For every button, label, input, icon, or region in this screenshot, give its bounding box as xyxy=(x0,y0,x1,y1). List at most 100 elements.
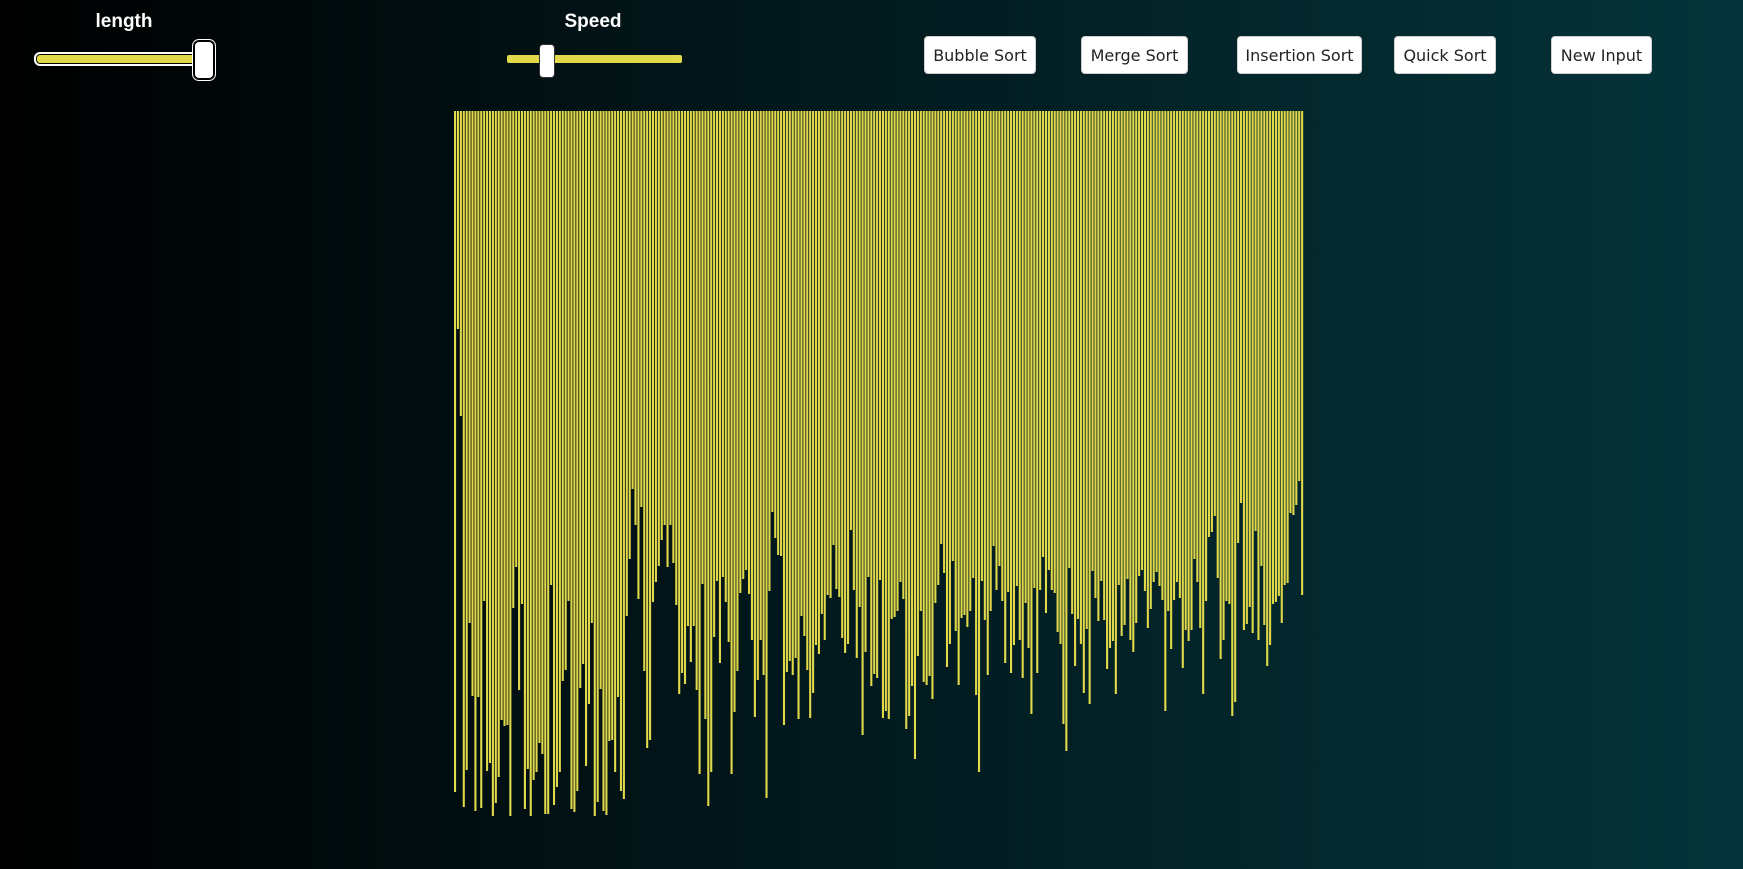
quick-sort-button[interactable]: Quick Sort xyxy=(1394,36,1496,74)
array-bar xyxy=(835,111,838,589)
array-bar xyxy=(456,111,460,329)
array-bar xyxy=(1301,111,1304,595)
array-bar xyxy=(1271,111,1275,604)
array-bar xyxy=(1237,111,1240,543)
array-bar xyxy=(844,111,847,653)
array-bar xyxy=(873,111,876,674)
array-bar xyxy=(683,111,687,684)
array-bar xyxy=(867,111,870,577)
array-bar xyxy=(1178,111,1181,598)
array-bar xyxy=(1062,111,1065,724)
array-bar xyxy=(1050,111,1053,590)
array-bar xyxy=(523,111,526,809)
array-bar xyxy=(1187,111,1190,641)
array-bar xyxy=(1053,111,1056,593)
array-bar xyxy=(1100,111,1103,581)
array-bar xyxy=(1173,111,1176,600)
array-bar xyxy=(876,111,879,678)
array-bar xyxy=(896,111,899,611)
array-bar xyxy=(622,111,625,799)
array-bar xyxy=(558,111,561,772)
array-bar xyxy=(1047,111,1050,570)
array-bar xyxy=(1033,111,1036,588)
array-bar xyxy=(1251,111,1254,633)
array-bar xyxy=(925,111,928,685)
array-bar xyxy=(870,111,873,686)
array-bar xyxy=(759,111,762,640)
array-bar xyxy=(1082,111,1085,693)
array-bar xyxy=(1210,111,1213,532)
array-bar xyxy=(887,111,890,719)
array-bar xyxy=(1030,111,1033,714)
array-bar xyxy=(800,111,803,616)
array-bar xyxy=(977,111,981,772)
array-bar xyxy=(1015,111,1018,586)
array-bar xyxy=(881,111,885,718)
speed-slider-track[interactable] xyxy=(507,55,682,63)
array-bar xyxy=(980,111,983,581)
length-slider-thumb[interactable] xyxy=(193,40,215,80)
array-bar xyxy=(689,111,692,662)
array-bar xyxy=(1012,111,1015,645)
array-bar xyxy=(730,111,733,774)
array-bar xyxy=(745,111,748,570)
array-bar xyxy=(1068,111,1071,568)
array-bar xyxy=(966,111,969,627)
bubble-sort-button[interactable]: Bubble Sort xyxy=(924,36,1036,74)
array-bar xyxy=(1138,111,1141,576)
array-bar xyxy=(628,111,631,559)
array-bar xyxy=(1260,111,1263,566)
array-bar xyxy=(768,111,771,591)
array-bar xyxy=(1024,111,1027,603)
array-bar xyxy=(1114,111,1117,694)
array-bar xyxy=(855,111,858,658)
array-bar xyxy=(1117,111,1120,585)
array-bar xyxy=(940,111,943,544)
merge-sort-button[interactable]: Merge Sort xyxy=(1081,36,1188,74)
array-bar xyxy=(957,111,960,685)
array-bar xyxy=(718,111,721,663)
array-bar xyxy=(937,111,940,585)
array-bar xyxy=(1044,111,1048,613)
array-bar xyxy=(1004,111,1007,663)
array-bar xyxy=(1234,111,1237,702)
insertion-sort-button[interactable]: Insertion Sort xyxy=(1237,36,1362,74)
array-bar xyxy=(535,111,538,772)
array-bar xyxy=(1149,111,1152,609)
array-bar xyxy=(812,111,815,693)
array-bar xyxy=(998,111,1001,566)
array-bar xyxy=(471,111,474,696)
array-bar xyxy=(587,111,590,704)
array-bar xyxy=(526,111,529,769)
array-bar xyxy=(780,111,783,556)
array-bar xyxy=(1091,111,1094,571)
speed-slider[interactable] xyxy=(507,44,683,78)
array-bar xyxy=(567,111,570,601)
array-bar xyxy=(1135,111,1138,623)
array-bar xyxy=(713,111,716,637)
array-bar xyxy=(663,111,666,525)
array-bar xyxy=(1155,111,1158,572)
array-bar xyxy=(931,111,934,699)
array-bar xyxy=(1231,111,1234,716)
length-slider[interactable] xyxy=(34,40,216,80)
array-bar xyxy=(474,111,477,811)
array-bar xyxy=(1181,111,1184,668)
array-bar xyxy=(829,111,832,598)
new-input-button[interactable]: New Input xyxy=(1551,36,1652,74)
array-bar xyxy=(488,111,492,763)
array-bar xyxy=(1126,111,1129,579)
array-bar xyxy=(1007,111,1010,592)
array-bar xyxy=(579,111,582,688)
array-bar xyxy=(724,111,727,602)
array-bar xyxy=(791,111,794,675)
array-bar xyxy=(823,111,826,640)
speed-slider-thumb[interactable] xyxy=(539,44,555,78)
array-bar xyxy=(515,111,518,567)
array-bar xyxy=(518,111,521,690)
array-bar xyxy=(890,111,893,619)
length-slider-track[interactable] xyxy=(34,52,216,66)
array-bar xyxy=(1170,111,1173,649)
array-bar xyxy=(605,111,608,815)
array-bar xyxy=(532,111,535,780)
